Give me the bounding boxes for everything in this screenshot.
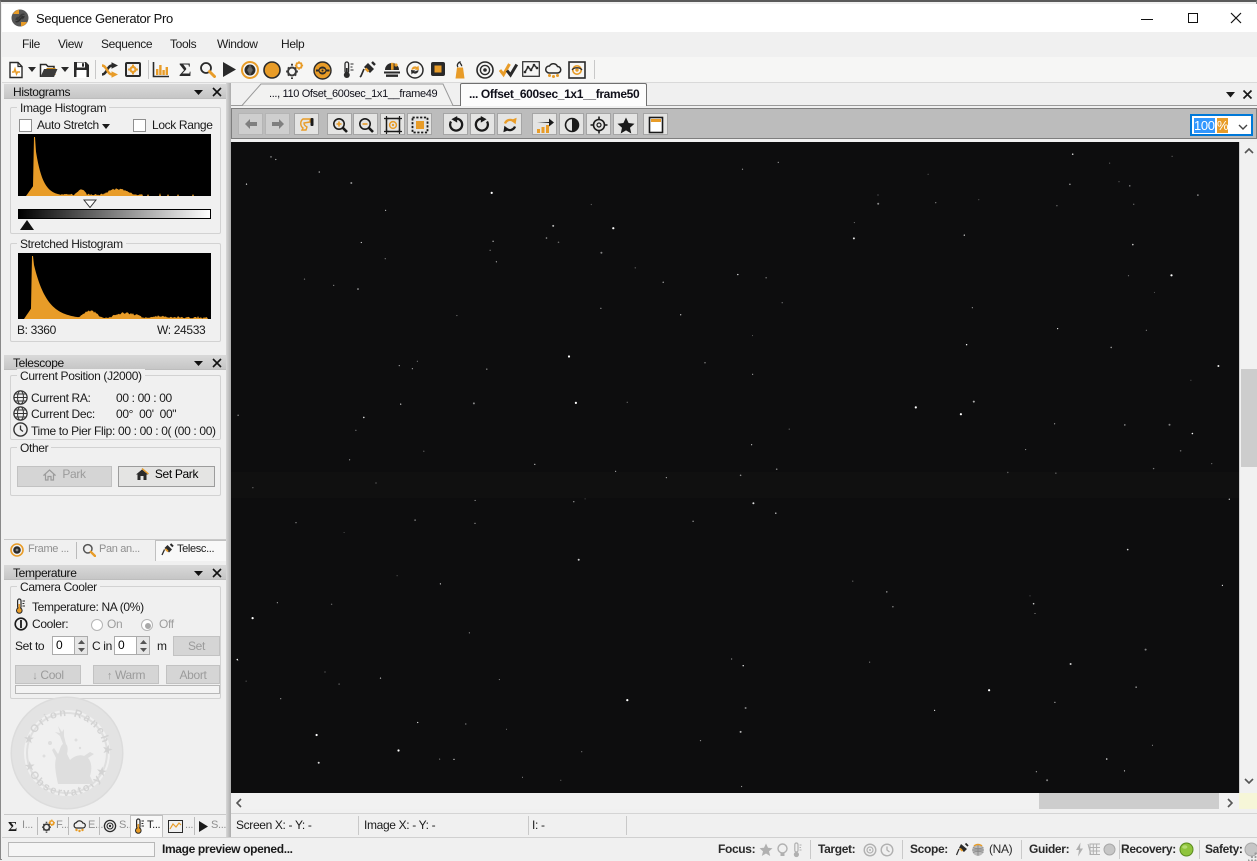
svg-text:Σ: Σ	[8, 820, 17, 833]
svg-text:Σ: Σ	[179, 61, 191, 78]
